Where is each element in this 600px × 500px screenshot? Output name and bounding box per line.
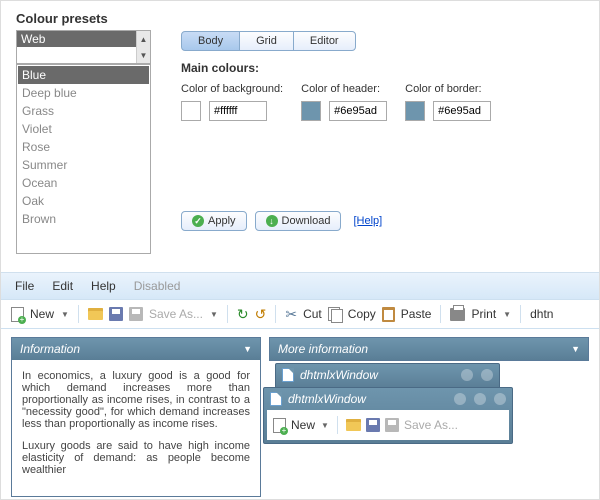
colour-label: Color of border:	[405, 83, 491, 95]
preset-item[interactable]: Ocean	[18, 174, 149, 192]
tab-body[interactable]: Body	[181, 31, 240, 51]
colour-presets-title: Colour presets	[16, 11, 151, 26]
menu-edit[interactable]: Edit	[52, 279, 73, 293]
copy-icon	[328, 307, 342, 321]
chevron-down-icon[interactable]: ▼	[243, 344, 252, 354]
document-icon	[282, 368, 294, 382]
dhtmlx-window-back[interactable]: dhtmlxWindow	[275, 363, 500, 389]
toolbar-print[interactable]: Print	[471, 307, 496, 321]
window-title: dhtmlxWindow	[300, 368, 378, 382]
preset-item[interactable]: Brown	[18, 210, 149, 228]
paste-icon	[382, 307, 395, 322]
more-information-title: More information	[278, 342, 368, 356]
colour-value-input[interactable]	[329, 101, 387, 121]
colour-value-input[interactable]	[433, 101, 491, 121]
window-maximize-icon[interactable]	[481, 369, 493, 381]
window-toolbar-save-as: Save As...	[404, 418, 458, 432]
print-icon	[450, 308, 465, 321]
undo-icon[interactable]: ↺	[255, 307, 267, 321]
window-minimize-icon[interactable]	[461, 369, 473, 381]
colour-label: Color of background:	[181, 83, 283, 95]
chevron-down-icon[interactable]: ▼	[321, 421, 329, 430]
preset-item[interactable]: Grass	[18, 102, 149, 120]
chevron-down-icon[interactable]: ▼	[210, 310, 218, 319]
document-icon	[270, 392, 282, 406]
window-maximize-icon[interactable]	[474, 393, 486, 405]
tab-editor[interactable]: Editor	[293, 31, 356, 51]
tab-grid[interactable]: Grid	[239, 31, 294, 51]
new-doc-icon	[273, 418, 286, 433]
colour-value-input[interactable]	[209, 101, 267, 121]
save-icon[interactable]	[109, 307, 123, 321]
save-icon[interactable]	[366, 418, 380, 432]
redo-icon[interactable]: ↻	[237, 307, 249, 321]
colour-tabs: BodyGridEditor	[181, 31, 584, 51]
window-title: dhtmlxWindow	[288, 392, 366, 406]
folder-open-icon[interactable]	[88, 308, 103, 320]
download-icon: ↓	[266, 215, 278, 227]
preset-item[interactable]: Rose	[18, 138, 149, 156]
information-title: Information	[20, 342, 80, 356]
colour-swatch[interactable]	[405, 101, 425, 121]
chevron-down-icon[interactable]: ▼	[571, 344, 580, 354]
toolbar-copy[interactable]: Copy	[348, 307, 376, 321]
window-toolbar-new[interactable]: New	[291, 418, 315, 432]
preset-item[interactable]: Deep blue	[18, 84, 149, 102]
information-panel: Information ▼ In economics, a luxury goo…	[11, 337, 261, 497]
toolbar-overflow: dhtn	[530, 307, 553, 321]
toolbar-paste[interactable]: Paste	[401, 307, 432, 321]
preset-category-select[interactable]: Web ▲ ▼	[16, 30, 151, 64]
help-link[interactable]: [Help]	[353, 215, 382, 227]
preset-item[interactable]: Blue	[18, 66, 149, 84]
main-colours-label: Main colours:	[181, 61, 584, 75]
info-paragraph-2: Luxury goods are said to have high incom…	[22, 440, 250, 476]
apply-button[interactable]: ✓ Apply	[181, 211, 247, 231]
menu-disabled: Disabled	[134, 279, 181, 293]
download-button[interactable]: ↓ Download	[255, 211, 342, 231]
chevron-down-icon[interactable]: ▼	[503, 310, 511, 319]
dhtmlx-window-front[interactable]: dhtmlxWindow New ▼ Save As	[263, 387, 513, 444]
colour-label: Color of header:	[301, 83, 387, 95]
menu-bar: File Edit Help Disabled	[1, 273, 599, 299]
chevron-down-icon[interactable]: ▼	[61, 310, 69, 319]
stepper-down-icon[interactable]: ▼	[137, 47, 150, 63]
preset-category-selected: Web	[17, 31, 136, 47]
info-paragraph-1: In economics, a luxury good is a good fo…	[22, 370, 250, 430]
save-as-icon	[385, 418, 399, 432]
toolbar-new[interactable]: New	[30, 307, 54, 321]
save-as-icon	[129, 307, 143, 321]
main-toolbar: New ▼ Save As... ▼ ↻ ↺ ✂ Cut Copy Paste …	[1, 299, 599, 329]
toolbar-cut[interactable]: Cut	[303, 307, 322, 321]
preset-list: BlueDeep blueGrassVioletRoseSummerOceanO…	[16, 64, 151, 254]
apply-label: Apply	[208, 215, 236, 227]
menu-help[interactable]: Help	[91, 279, 116, 293]
preset-item[interactable]: Violet	[18, 120, 149, 138]
check-icon: ✓	[192, 215, 204, 227]
colour-swatch[interactable]	[301, 101, 321, 121]
download-label: Download	[282, 215, 331, 227]
preset-category-empty	[17, 47, 136, 63]
preset-item[interactable]: Summer	[18, 156, 149, 174]
colour-swatch[interactable]	[181, 101, 201, 121]
window-close-icon[interactable]	[494, 393, 506, 405]
cut-icon: ✂	[285, 306, 297, 323]
window-minimize-icon[interactable]	[454, 393, 466, 405]
stepper-up-icon[interactable]: ▲	[137, 31, 150, 47]
toolbar-save-as: Save As...	[149, 307, 203, 321]
menu-file[interactable]: File	[15, 279, 34, 293]
folder-open-icon[interactable]	[346, 419, 361, 431]
new-doc-icon	[11, 307, 24, 322]
preset-item[interactable]: Oak	[18, 192, 149, 210]
